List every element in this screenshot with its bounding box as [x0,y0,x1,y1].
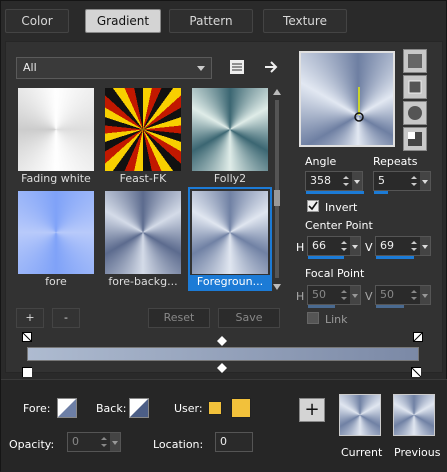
fore-swatch[interactable] [57,398,77,418]
angle-field[interactable]: 358 [305,171,363,191]
focal-v-field[interactable]: 50 [375,285,431,305]
center-point-label: Center Point [305,219,373,232]
rectangular-style-icon[interactable] [403,75,427,99]
save-button[interactable]: Save [218,308,280,328]
back-swatch[interactable] [129,398,149,418]
user-label: User: [174,402,203,415]
invert-checkbox[interactable] [307,200,319,212]
add-stop-button[interactable]: + [16,308,44,328]
location-label: Location: [153,438,204,451]
angle-slider[interactable] [306,191,364,194]
add-to-swatches-button[interactable]: + [299,398,325,422]
center-v-label: V [365,241,373,254]
linear-style-icon[interactable] [403,49,427,73]
user-swatch-small[interactable] [208,401,222,415]
gradient-preview[interactable] [299,51,395,147]
tab-texture[interactable]: Texture [263,9,347,33]
gradient-grid: Fading white Feast-FK Folly2 fore fore-b… [16,86,272,291]
tab-color[interactable]: Color [5,9,69,33]
swatch-foreground[interactable]: Foregroun... [188,187,272,291]
repeats-field[interactable]: 5 [373,171,431,191]
top-right-stop-marker[interactable] [413,332,423,342]
tab-pattern[interactable]: Pattern [169,9,253,33]
repeats-label: Repeats [373,155,418,168]
bottom-panel: Fore: Back: User: Opacity: 0 Location: 0… [1,379,447,472]
remove-stop-button[interactable]: - [52,308,80,328]
center-h-field[interactable]: 66 [307,236,361,256]
sunburst-style-icon[interactable] [403,101,427,125]
opacity-label: Opacity: [9,438,55,451]
focal-v-slider[interactable] [376,305,404,308]
fore-label: Fore: [23,402,51,415]
swatch-fading-white[interactable]: Fading white [16,86,96,186]
midpoint-top-marker[interactable] [217,336,227,346]
location-field[interactable]: 0 [215,432,253,452]
link-checkbox[interactable] [307,312,319,324]
gradient-dialog: Color Gradient Pattern Texture All Fadin… [0,0,447,472]
current-gradient-preview[interactable] [339,394,381,436]
invert-label: Invert [325,201,358,214]
bottom-right-stop-marker[interactable] [411,367,421,377]
radial-style-icon[interactable] [403,127,427,151]
focal-v-label: V [365,290,373,303]
repeats-slider[interactable] [374,191,388,194]
focal-h-slider[interactable] [308,305,335,308]
midpoint-bottom-marker[interactable] [217,363,227,373]
swatch-fore[interactable]: fore [16,189,96,289]
category-value: All [23,61,37,74]
center-v-slider[interactable] [376,256,414,259]
reset-button[interactable]: Reset [148,308,210,328]
focal-h-label: H [296,290,305,303]
center-h-label: H [296,241,305,254]
swatch-fore-background[interactable]: fore-backg... [103,189,183,289]
focal-point-label: Focal Point [305,267,365,280]
user-swatch-large[interactable] [231,398,251,418]
top-left-stop-marker[interactable] [22,332,32,342]
bottom-left-stop-marker[interactable] [22,367,32,377]
previous-gradient-preview[interactable] [393,394,435,436]
previous-label: Previous [394,446,441,459]
list-view-icon[interactable] [228,58,246,76]
category-select[interactable]: All [16,57,212,79]
chevron-down-icon [197,66,205,71]
grid-scrollbar[interactable] [272,86,282,293]
gradient-strip[interactable] [27,347,419,361]
swatch-folly2[interactable]: Folly2 [190,86,270,186]
arrow-right-icon[interactable] [262,58,280,76]
swatch-feast-fk[interactable]: Feast-FK [103,86,183,186]
center-h-slider[interactable] [308,256,344,259]
angle-label: Angle [305,155,337,168]
current-label: Current [341,446,383,459]
center-v-field[interactable]: 69 [375,236,431,256]
tab-gradient[interactable]: Gradient [85,9,161,33]
back-label: Back: [96,402,127,415]
link-label: Link [325,313,348,326]
focal-h-field[interactable]: 50 [307,285,361,305]
opacity-field[interactable]: 0 [67,432,121,452]
